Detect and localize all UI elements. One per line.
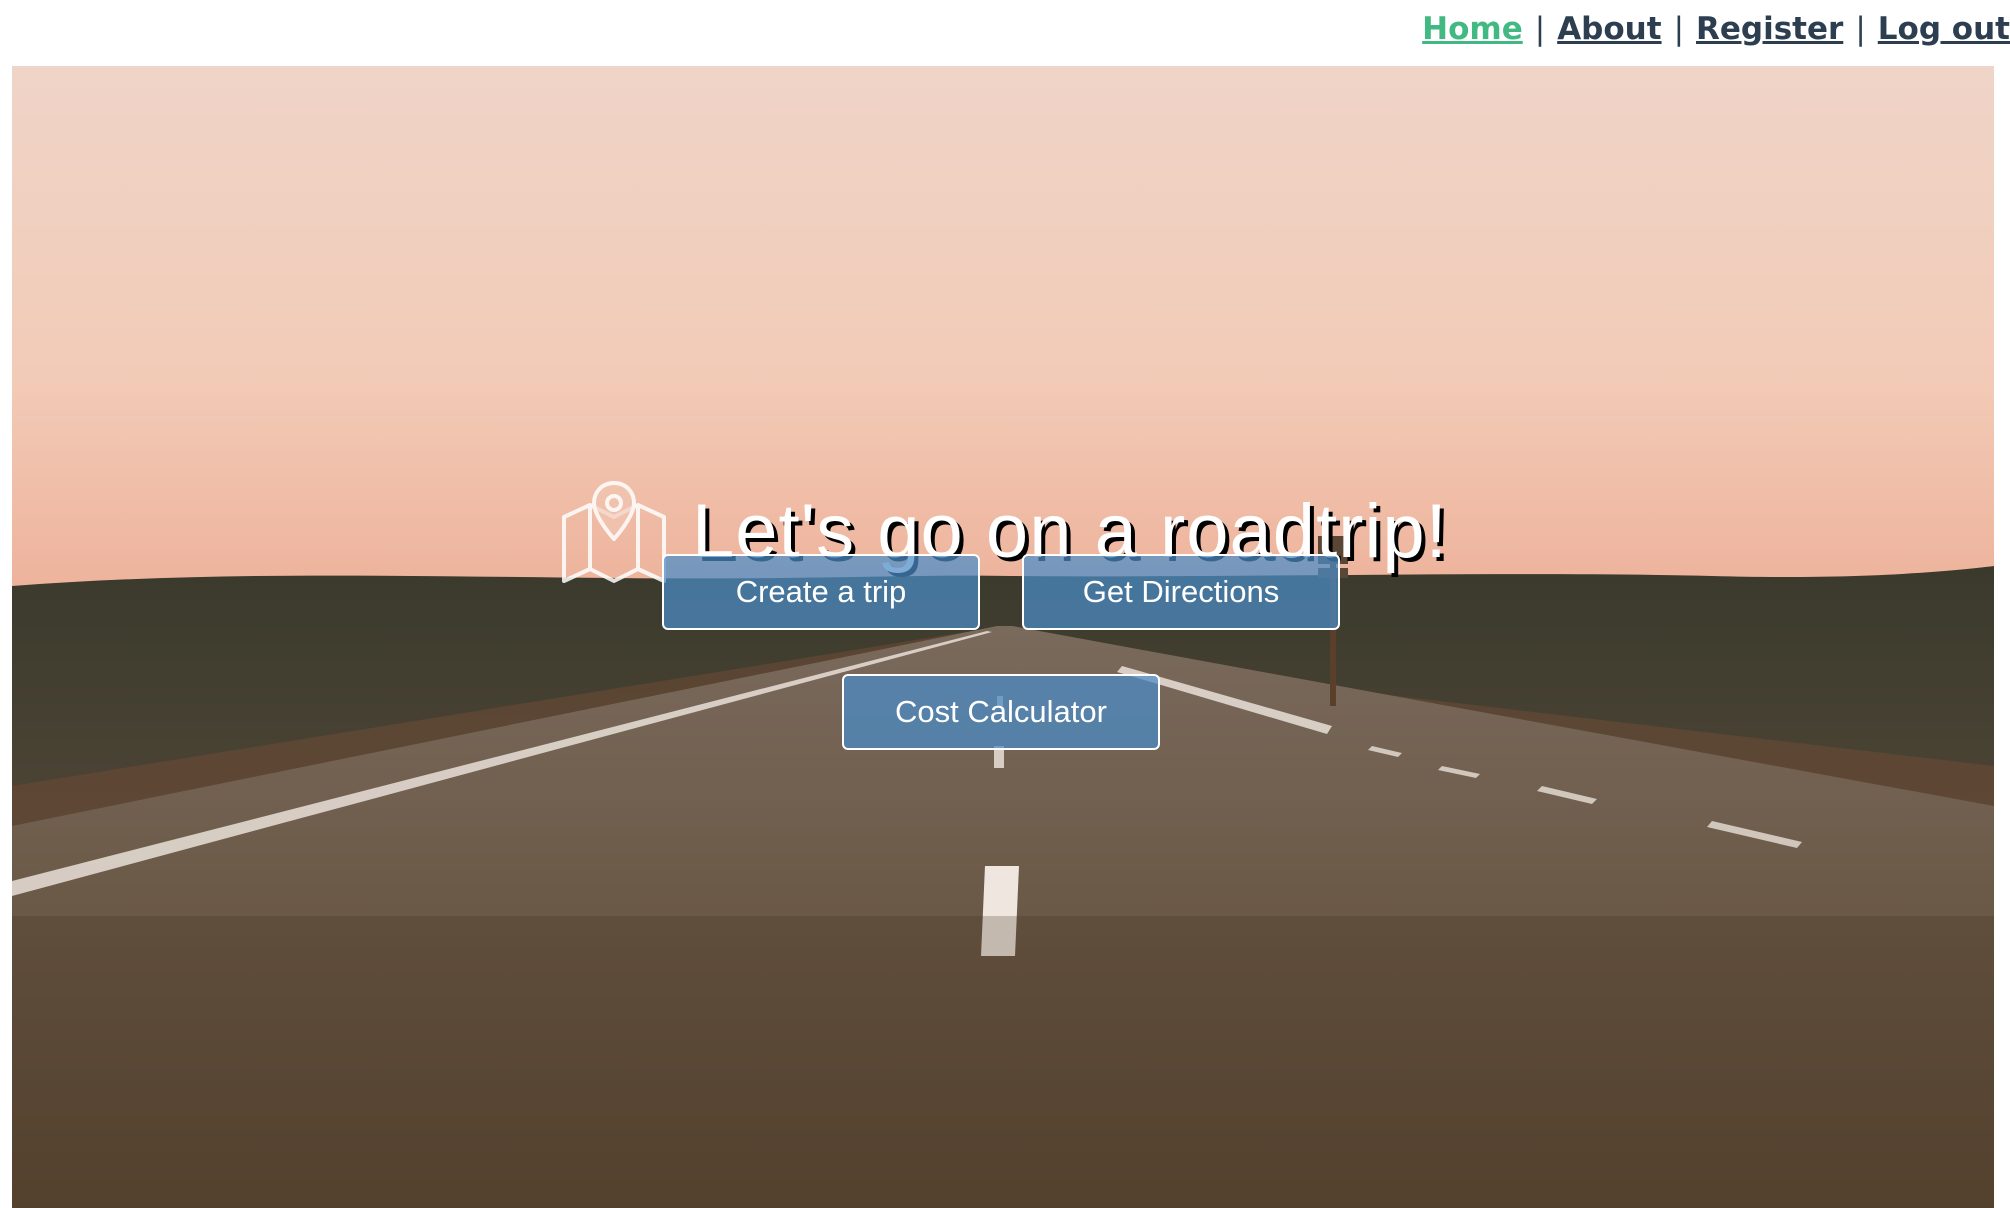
map-pin-icon xyxy=(560,477,668,585)
top-nav: Home | About | Register | Log out xyxy=(1422,0,2010,58)
nav-register-link[interactable]: Register xyxy=(1696,11,1843,47)
cost-calculator-button[interactable]: Cost Calculator xyxy=(842,674,1160,750)
nav-separator: | xyxy=(1534,11,1546,47)
nav-home-link[interactable]: Home xyxy=(1422,11,1523,47)
create-trip-button[interactable]: Create a trip xyxy=(662,554,980,630)
get-directions-button[interactable]: Get Directions xyxy=(1022,554,1340,630)
road-background-image xyxy=(12,66,1994,1208)
nav-separator: | xyxy=(1855,11,1866,47)
nav-logout-link[interactable]: Log out xyxy=(1878,11,2010,47)
nav-about-link[interactable]: About xyxy=(1557,11,1661,47)
nav-separator: | xyxy=(1673,11,1685,47)
hero-banner: Let's go on a roadtrip! Create a trip Ge… xyxy=(12,66,1994,1208)
